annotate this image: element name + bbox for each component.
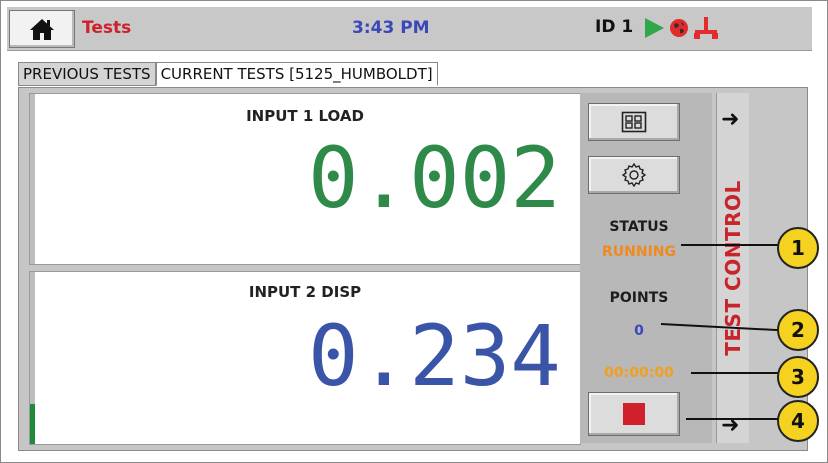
device-id: ID 1 — [595, 17, 634, 37]
input-2-value: 0.234 — [308, 307, 561, 405]
globe-icon — [670, 19, 688, 37]
elapsed-time: 00:00:00 — [604, 365, 674, 381]
input-2-panel: INPUT 2 DISP 0.234 — [29, 271, 581, 445]
callout-4: 4 — [777, 400, 819, 442]
points-label: POINTS — [609, 290, 669, 306]
test-control-strip[interactable]: ➜ TEST CONTROL ➜ — [716, 93, 749, 443]
stop-icon — [623, 403, 645, 425]
callout-3: 3 — [777, 356, 819, 398]
input-1-value: 0.002 — [308, 129, 561, 227]
play-icon[interactable] — [643, 17, 665, 39]
callout-1: 1 — [777, 227, 819, 269]
callout-2: 2 — [777, 309, 819, 351]
status-value: RUNNING — [602, 244, 676, 260]
callout-4-line — [686, 418, 781, 420]
input-2-label: INPUT 2 DISP — [248, 283, 362, 301]
test-tabs: PREVIOUS TESTS CURRENT TESTS [5125_HUMBO… — [18, 62, 438, 86]
network-icon — [694, 17, 718, 39]
tab-previous-tests[interactable]: PREVIOUS TESTS — [18, 62, 156, 86]
clock-time: 3:43 PM — [352, 18, 430, 38]
callout-3-line — [691, 372, 781, 374]
test-side-panel: STATUS RUNNING POINTS 0 00:00:00 — [580, 93, 712, 443]
settings-button[interactable] — [588, 156, 680, 194]
status-label: STATUS — [609, 219, 669, 235]
expand-arrow-icon[interactable]: ➜ — [721, 109, 739, 131]
app-window: Tests 3:43 PM ID 1 PREVIOUS TESTS CURREN… — [0, 0, 828, 463]
test-control-label: TEST CONTROL — [721, 180, 745, 356]
tab-current-tests[interactable]: CURRENT TESTS [5125_HUMBOLDT] — [155, 62, 438, 86]
home-icon — [30, 19, 54, 40]
layout-button[interactable] — [588, 103, 680, 141]
gear-icon — [621, 162, 647, 188]
top-bar: Tests 3:43 PM ID 1 — [7, 7, 812, 51]
callout-1-line — [681, 244, 781, 246]
input-1-panel: INPUT 1 LOAD 0.002 — [29, 93, 581, 265]
input-1-label: INPUT 1 LOAD — [246, 107, 364, 125]
grid-layout-icon — [621, 111, 647, 133]
test-content: INPUT 1 LOAD 0.002 INPUT 2 DISP 0.234 ST… — [18, 87, 808, 451]
stop-button[interactable] — [588, 392, 680, 436]
page-title: Tests — [82, 18, 132, 38]
home-button[interactable] — [9, 10, 75, 48]
